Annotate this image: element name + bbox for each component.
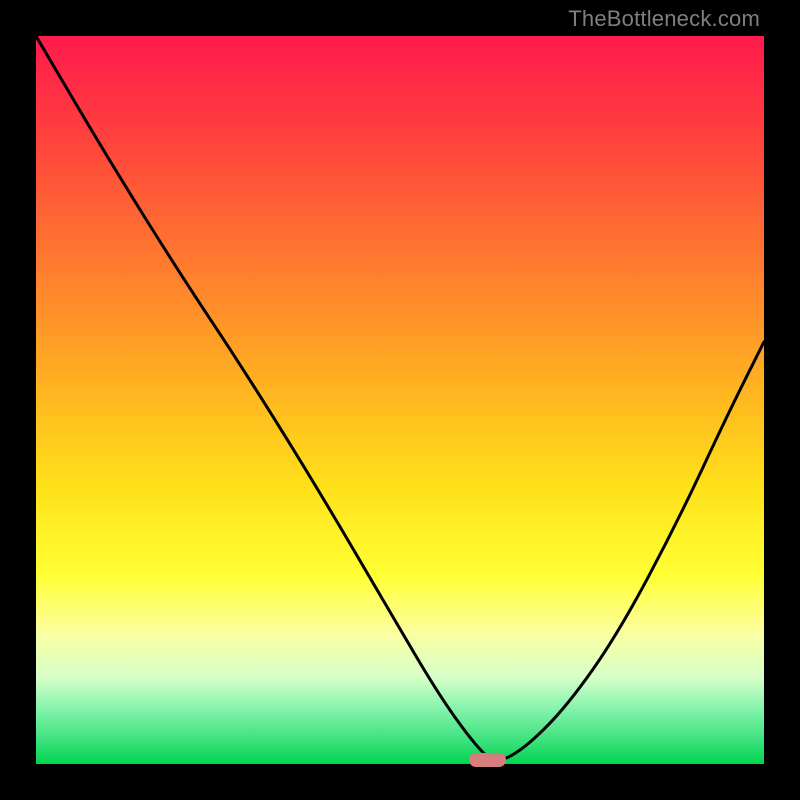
bottom-marker	[469, 753, 505, 767]
chart-frame: TheBottleneck.com	[0, 0, 800, 800]
watermark: TheBottleneck.com	[568, 6, 760, 32]
plot-area	[36, 36, 764, 764]
bottleneck-curve	[36, 36, 764, 764]
